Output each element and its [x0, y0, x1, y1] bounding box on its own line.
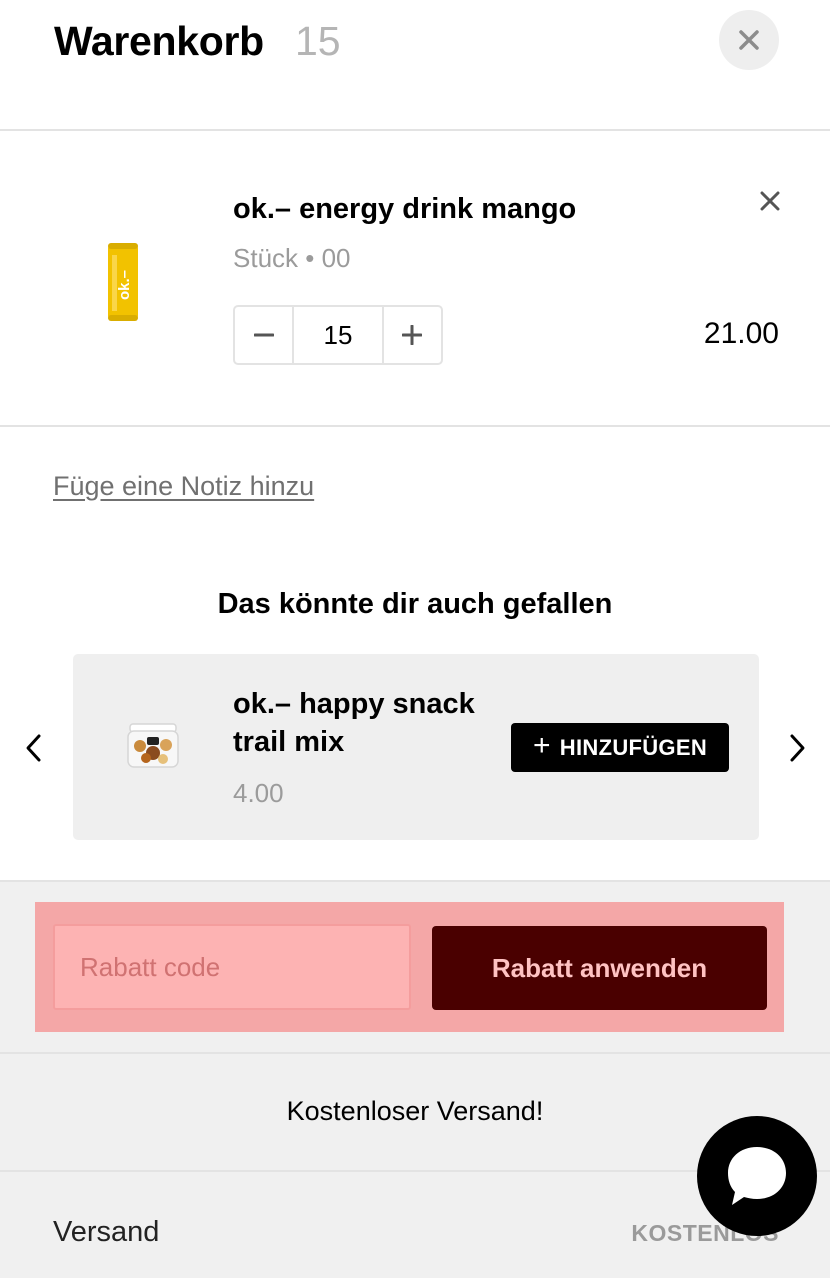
- quantity-value[interactable]: 15: [292, 307, 384, 363]
- cart-footer: Rabatt anwenden Kostenloser Versand! Ver…: [0, 880, 830, 1278]
- remove-item-button[interactable]: [754, 185, 786, 217]
- upsell-product-price: 4.00: [233, 778, 284, 808]
- cart-header: Warenkorb 15: [0, 0, 830, 131]
- svg-text:ok.–: ok.–: [116, 270, 133, 300]
- carousel-prev-button[interactable]: [17, 728, 49, 768]
- decrease-quantity-button[interactable]: [235, 307, 292, 363]
- chat-bubble-icon: [728, 1147, 786, 1205]
- snack-jar-icon: [127, 723, 179, 768]
- increase-quantity-button[interactable]: [384, 307, 441, 363]
- line-item-price: 21.00: [703, 317, 779, 350]
- chevron-right-icon: [790, 734, 805, 762]
- add-to-cart-button[interactable]: + HINZUFÜGEN: [511, 723, 729, 772]
- minus-icon: [253, 333, 274, 337]
- product-image[interactable]: ok.–: [100, 241, 146, 323]
- cart-item-count: 15: [295, 18, 341, 64]
- upsell-product-card: ok.– happy snack trail mix 4.00 + HINZUF…: [73, 654, 759, 840]
- plus-icon: [402, 325, 423, 345]
- discount-code-input[interactable]: [53, 924, 411, 1010]
- product-variant: Stück • 00: [233, 243, 351, 273]
- cart-line-item: ok.– ok.– energy drink mango Stück • 00 …: [0, 131, 830, 427]
- upsell-product-image[interactable]: [125, 720, 181, 770]
- close-cart-button[interactable]: [719, 10, 779, 70]
- cart-title: Warenkorb: [54, 18, 264, 64]
- plus-icon: +: [532, 729, 551, 762]
- carousel-next-button[interactable]: [782, 728, 814, 768]
- shipping-label: Versand: [53, 1216, 160, 1248]
- close-icon: [760, 191, 780, 211]
- discount-section: Rabatt anwenden: [35, 902, 784, 1032]
- divider: [0, 1052, 830, 1054]
- product-title[interactable]: ok.– energy drink mango: [233, 193, 576, 226]
- upsell-product-title[interactable]: ok.– happy snack trail mix: [233, 685, 483, 761]
- add-note-link[interactable]: Füge eine Notiz hinzu: [53, 471, 314, 502]
- energy-drink-can-icon: ok.–: [108, 243, 138, 321]
- free-shipping-banner: Kostenloser Versand!: [286, 1096, 544, 1126]
- upsell-heading: Das könnte dir auch gefallen: [217, 588, 613, 620]
- apply-discount-button[interactable]: Rabatt anwenden: [432, 926, 767, 1010]
- quantity-stepper: 15: [233, 305, 443, 365]
- close-icon: [739, 30, 759, 50]
- add-to-cart-label: HINZUFÜGEN: [559, 734, 708, 760]
- chevron-left-icon: [26, 734, 41, 762]
- chat-widget-button[interactable]: [697, 1116, 817, 1236]
